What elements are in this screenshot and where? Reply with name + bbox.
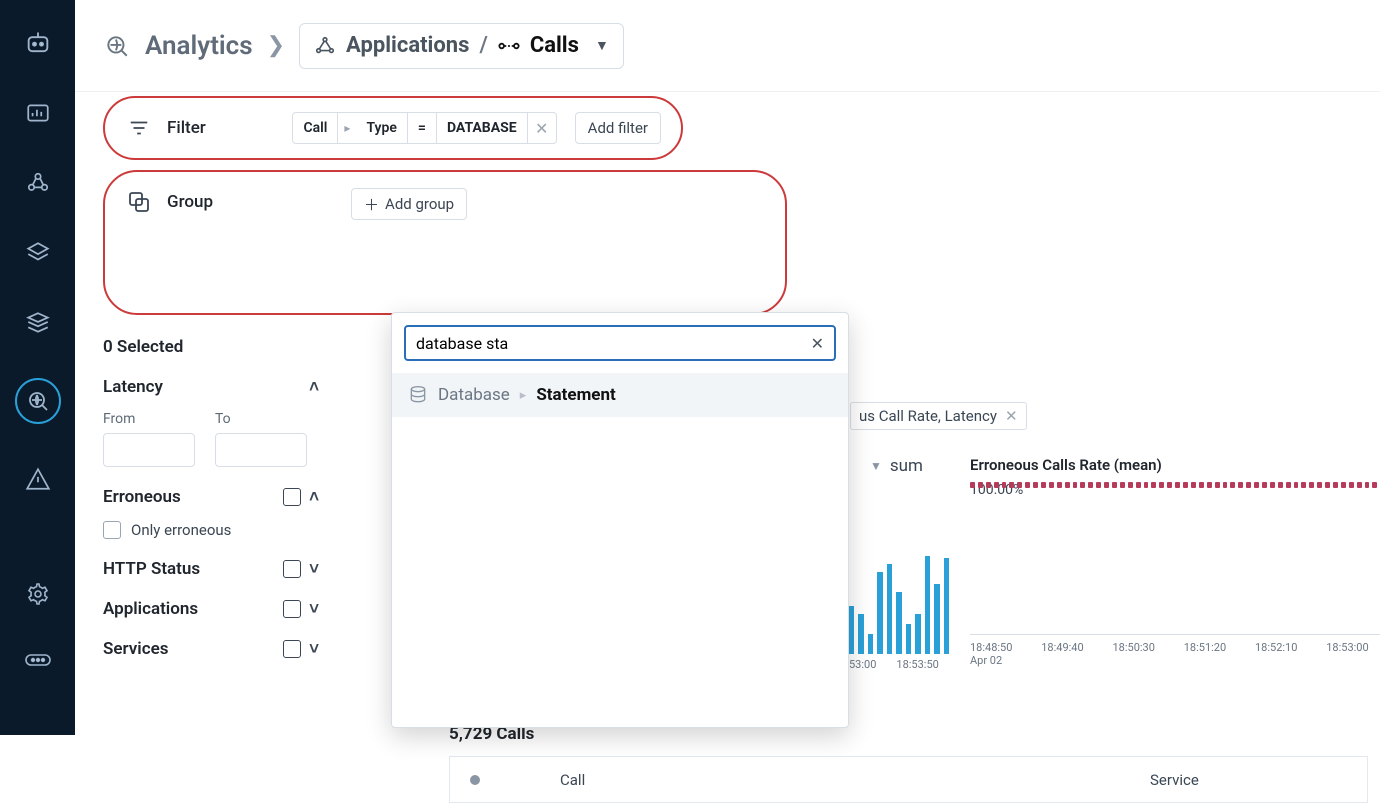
filter-chip-type: Type: [356, 113, 407, 143]
box-icon: [283, 600, 301, 618]
filter-chip[interactable]: Call ▸ Type = DATABASE ✕: [292, 112, 556, 144]
group-search-wrapper: ✕: [404, 325, 836, 361]
filter-panel: Filter Call ▸ Type = DATABASE ✕ Add filt…: [103, 96, 683, 160]
chevron-down-icon: ▼: [870, 459, 882, 473]
latency-from-label: From: [103, 411, 195, 427]
add-group-button[interactable]: ＋Add group: [351, 188, 467, 220]
only-erroneous-checkbox[interactable]: [103, 521, 121, 539]
filter-label: Filter: [167, 118, 206, 138]
group-option-db-label: Database: [438, 385, 510, 405]
bar-axis-tick: 53:00: [849, 658, 876, 671]
group-label: Group: [167, 192, 213, 212]
calls-bar-chart: [849, 536, 949, 654]
bar-axis-tick: 18:53:50: [896, 658, 938, 671]
col-call[interactable]: Call: [560, 771, 1060, 789]
metric-chip-label: us Call Rate, Latency: [859, 407, 997, 425]
breadcrumb-slash: /: [479, 33, 487, 58]
box-icon: [283, 488, 301, 506]
col-service[interactable]: Service: [1150, 771, 1199, 789]
applications-section: Applications ˅: [103, 599, 319, 619]
erroneous-section: Erroneous ˄ Only erroneous: [103, 487, 319, 539]
applications-title: Applications: [103, 599, 198, 619]
filter-chip-value: DATABASE: [437, 113, 528, 143]
chevron-down-icon: ˅: [309, 639, 319, 659]
applications-header[interactable]: Applications ˅: [103, 599, 319, 619]
header-analytics-label: Analytics: [145, 31, 253, 61]
more-icon[interactable]: [23, 645, 53, 675]
metric-chip-row: us Call Rate, Latency ✕: [850, 402, 1027, 430]
erroneous-header[interactable]: Erroneous ˄: [103, 487, 319, 507]
http-status-title: HTTP Status: [103, 559, 200, 579]
http-status-section: HTTP Status ˅: [103, 559, 319, 579]
chevron-right-icon: ▸: [520, 388, 527, 403]
services-section: Services ˅: [103, 639, 319, 659]
analytics-icon[interactable]: [15, 378, 61, 424]
latency-header[interactable]: Latency ˄: [103, 377, 319, 397]
breadcrumb-selector[interactable]: Applications / Calls ▼: [299, 23, 624, 69]
box-icon: [283, 640, 301, 658]
applications-icon: [314, 35, 336, 57]
group-panel: Group ＋Add group: [103, 170, 787, 315]
database-icon: [408, 385, 428, 405]
latency-section: Latency ˄ From To: [103, 377, 319, 467]
group-icon: [125, 188, 153, 216]
nav-rail: [0, 0, 75, 735]
only-erroneous-label: Only erroneous: [131, 521, 231, 539]
chevron-up-icon: ˄: [309, 487, 319, 507]
group-option-database-statement[interactable]: Database ▸ Statement: [392, 373, 848, 417]
services-title: Services: [103, 639, 168, 659]
breadcrumb-calls: Calls: [530, 33, 579, 58]
filter-chip-call: Call: [293, 113, 338, 143]
box-icon: [283, 560, 301, 578]
erroneous-rate-panel: Erroneous Calls Rate (mean) 100.00% 18:4…: [970, 456, 1380, 667]
latency-to-input[interactable]: [215, 433, 307, 467]
filter-chip-op: =: [408, 113, 437, 143]
alert-icon[interactable]: [23, 464, 53, 494]
filter-icon: [125, 114, 153, 142]
settings-icon[interactable]: [23, 579, 53, 609]
aggregation-label: sum: [890, 456, 923, 476]
logo-icon[interactable]: [23, 28, 53, 58]
http-status-header[interactable]: HTTP Status ˅: [103, 559, 319, 579]
latency-title: Latency: [103, 377, 163, 397]
add-filter-button[interactable]: Add filter: [575, 112, 661, 144]
chevron-right-icon: ❯: [267, 33, 285, 58]
page-header: Analytics ❯ Applications / Calls ▼: [75, 0, 1380, 92]
metric-chip[interactable]: us Call Rate, Latency ✕: [850, 402, 1027, 430]
filter-chip-remove[interactable]: ✕: [528, 119, 556, 138]
chevron-right-icon: ▸: [338, 121, 356, 135]
analytics-header-icon: [103, 32, 131, 60]
chevron-up-icon: ˄: [309, 377, 319, 397]
latency-from-input[interactable]: [103, 433, 195, 467]
plus-icon: ＋: [364, 194, 379, 215]
group-search-input[interactable]: [416, 334, 811, 353]
status-dot-icon: [470, 775, 480, 785]
calls-icon: [498, 39, 520, 53]
stack-icon[interactable]: [23, 308, 53, 338]
chevron-down-icon: ˅: [309, 559, 319, 579]
calls-table: Call Service: [449, 756, 1368, 803]
services-header[interactable]: Services ˅: [103, 639, 319, 659]
dashboard-icon[interactable]: [23, 98, 53, 128]
calls-bar-axis: 53:00 18:53:50: [849, 658, 939, 671]
group-option-statement-label: Statement: [536, 385, 615, 405]
erroneous-rate-axis: 18:48:5018:49:4018:50:3018:51:2018:52:10…: [970, 634, 1380, 654]
table-header-row: Call Service: [450, 757, 1367, 803]
cluster-icon[interactable]: [23, 168, 53, 198]
infra-icon[interactable]: [23, 238, 53, 268]
erroneous-rate-title: Erroneous Calls Rate (mean): [970, 456, 1380, 474]
metric-chip-remove[interactable]: ✕: [1005, 407, 1018, 425]
latency-to-label: To: [215, 411, 307, 427]
chevron-down-icon: ▼: [595, 37, 609, 54]
erroneous-title: Erroneous: [103, 487, 181, 507]
clear-input-icon[interactable]: ✕: [811, 334, 824, 353]
aggregation-selector[interactable]: ▼ sum: [870, 456, 923, 476]
breadcrumb-applications: Applications: [346, 33, 469, 58]
chevron-down-icon: ˅: [309, 599, 319, 619]
erroneous-rate-date: Apr 02: [970, 654, 1380, 667]
group-autocomplete-panel: ✕ Database ▸ Statement: [391, 312, 849, 728]
